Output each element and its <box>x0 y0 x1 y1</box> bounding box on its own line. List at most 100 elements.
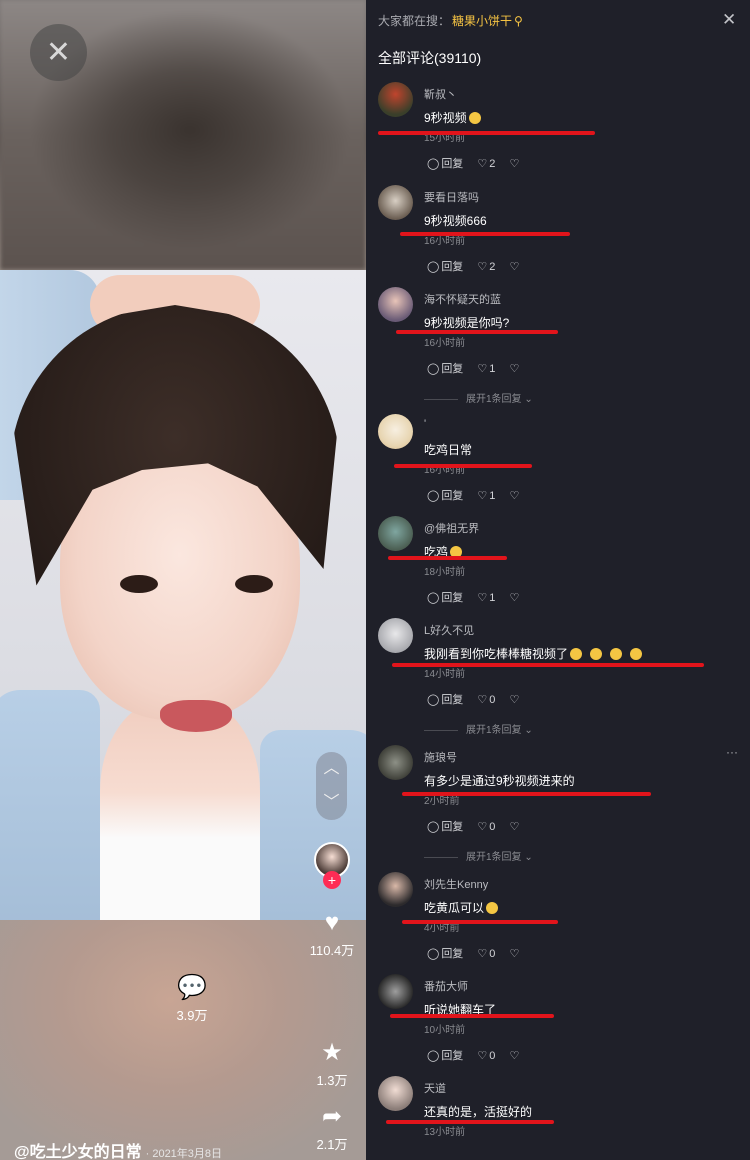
favorite-button[interactable]: ★ 1.3万 <box>300 1040 364 1089</box>
search-icon[interactable]: ⚲ <box>514 14 523 28</box>
follow-button[interactable]: + <box>323 871 341 889</box>
like-comment-button[interactable]: ♡ 0 <box>477 947 495 960</box>
close-icon: ✕ <box>722 10 737 29</box>
reply-button[interactable]: ◯ 回复 <box>427 589 463 605</box>
reply-icon: ◯ <box>427 158 440 170</box>
annotation-underline <box>402 792 651 796</box>
reply-button[interactable]: ◯ 回复 <box>427 1047 463 1063</box>
avatar[interactable] <box>378 82 413 117</box>
close-comments-button[interactable]: ✕ <box>722 10 736 30</box>
divider <box>424 856 458 858</box>
avatar[interactable] <box>378 974 413 1009</box>
video-figure-eye <box>235 575 273 593</box>
video-frame[interactable] <box>0 270 366 920</box>
avatar[interactable] <box>378 516 413 551</box>
dislike-comment-button[interactable]: ♡ <box>509 489 521 502</box>
search-keyword[interactable]: 糖果小饼干 <box>452 14 512 28</box>
reply-icon: ◯ <box>427 821 440 833</box>
dislike-comment-button[interactable]: ♡ <box>509 157 521 170</box>
avatar[interactable] <box>378 618 413 653</box>
comment-text: 9秒视频666 <box>424 214 487 228</box>
comment-username[interactable]: ' <box>424 418 426 430</box>
chevron-down-icon: ⌄ <box>524 394 533 405</box>
like-comment-button[interactable]: ♡ 2 <box>477 157 495 170</box>
chevron-down-icon[interactable]: ﹀ <box>316 786 347 820</box>
video-figure-jacket <box>260 730 366 920</box>
close-video-button[interactable]: ✕ <box>30 24 87 81</box>
grinning-emoji-icon <box>610 648 623 660</box>
expand-replies-button[interactable]: 展开1条回复 ⌄ <box>424 721 533 736</box>
annotation-underline <box>396 330 558 334</box>
like-comment-button[interactable]: ♡ 1 <box>477 489 495 502</box>
share-button[interactable]: ➦ 2.1万 <box>300 1104 364 1153</box>
expand-replies-button[interactable]: 展开1条回复 ⌄ <box>424 390 533 405</box>
author-handle[interactable]: @吃土少女的日常 <box>14 1144 142 1160</box>
comment-username[interactable]: 施琅号 <box>424 749 457 765</box>
like-count: 110.4万 <box>309 943 355 958</box>
star-icon: ★ <box>321 1039 343 1066</box>
reply-icon: ◯ <box>427 592 440 604</box>
video-figure-jacket <box>0 690 100 920</box>
comment-username[interactable]: 要看日落吗 <box>424 189 479 205</box>
heart-outline-icon: ♡ <box>477 158 488 170</box>
expand-replies-button[interactable]: 展开1条回复 ⌄ <box>424 848 533 863</box>
like-comment-button[interactable]: ♡ 2 <box>477 260 495 273</box>
reply-button[interactable]: ◯ 回复 <box>427 945 463 961</box>
comment-actions: ◯ 回复 ♡ 1 ♡ <box>427 487 532 503</box>
avatar[interactable] <box>378 414 413 449</box>
dislike-comment-button[interactable]: ♡ <box>509 1049 521 1062</box>
avatar[interactable] <box>378 185 413 220</box>
dislike-comment-button[interactable]: ♡ <box>509 362 521 375</box>
comment-username[interactable]: 天道 <box>424 1080 446 1096</box>
author-info: @吃土少女的日常 · 2021年3月8日 <box>14 1138 222 1160</box>
reply-button[interactable]: ◯ 回复 <box>427 818 463 834</box>
reply-button[interactable]: ◯ 回复 <box>427 155 463 171</box>
comment-username[interactable]: 海不怀疑天的蓝 <box>424 291 501 307</box>
comment-button[interactable]: 💬 3.9万 <box>0 975 366 1024</box>
avatar[interactable] <box>378 1076 413 1111</box>
dislike-comment-button[interactable]: ♡ <box>509 820 521 833</box>
grinning-emoji-icon <box>590 648 603 660</box>
like-comment-button[interactable]: ♡ 0 <box>477 693 495 706</box>
annotation-underline <box>400 232 570 236</box>
reply-icon: ◯ <box>427 1050 440 1062</box>
dislike-comment-button[interactable]: ♡ <box>509 947 521 960</box>
dislike-comment-button[interactable]: ♡ <box>509 591 521 604</box>
reply-button[interactable]: ◯ 回复 <box>427 360 463 376</box>
comment-username[interactable]: 刘先生Kenny <box>424 876 488 892</box>
like-comment-button[interactable]: ♡ 0 <box>477 1049 495 1062</box>
like-comment-button[interactable]: ♡ 1 <box>477 362 495 375</box>
avatar[interactable] <box>378 287 413 322</box>
comment-count: 3.9万 <box>176 1008 208 1023</box>
video-panel[interactable]: ✕ ︿ ﹀ + ♥ 110.4万 💬 3.9万 ★ 1.3万 ➦ 2.1万 @吃… <box>0 0 366 1160</box>
annotation-underline <box>392 663 704 667</box>
broken-heart-icon: ♡ <box>509 363 520 375</box>
like-comment-button[interactable]: ♡ 1 <box>477 591 495 604</box>
video-navigation[interactable]: ︿ ﹀ <box>316 752 347 820</box>
avatar[interactable] <box>378 745 413 780</box>
more-options-icon[interactable]: ··· <box>726 745 738 759</box>
reply-button[interactable]: ◯ 回复 <box>427 487 463 503</box>
comment-username[interactable]: 靳叔丶 <box>424 86 457 102</box>
broken-heart-icon: ♡ <box>509 948 520 960</box>
comment-actions: ◯ 回复 ♡ 0 ♡ <box>427 945 532 961</box>
dislike-comment-button[interactable]: ♡ <box>509 693 521 706</box>
trending-search[interactable]: 大家都在搜： 糖果小饼干 ⚲ <box>378 12 523 29</box>
divider <box>424 729 458 731</box>
video-figure-eye <box>120 575 158 593</box>
reply-button[interactable]: ◯ 回复 <box>427 258 463 274</box>
comment-username[interactable]: L好久不见 <box>424 622 474 638</box>
avatar[interactable] <box>378 872 413 907</box>
search-prefix: 大家都在搜： <box>378 14 451 28</box>
chevron-up-icon[interactable]: ︿ <box>316 752 347 786</box>
annotation-underline <box>394 464 532 468</box>
comment-username[interactable]: 番茄大师 <box>424 978 468 994</box>
reply-button[interactable]: ◯ 回复 <box>427 691 463 707</box>
laughing-emoji-icon <box>486 902 499 914</box>
comment-panel: 大家都在搜： 糖果小饼干 ⚲ ✕ 全部评论(39110) 靳叔丶 9秒视频 15小时… <box>366 0 750 1160</box>
reply-icon: ◯ <box>427 363 440 375</box>
dislike-comment-button[interactable]: ♡ <box>509 260 521 273</box>
like-button[interactable]: ♥ 110.4万 <box>300 910 364 959</box>
like-comment-button[interactable]: ♡ 0 <box>477 820 495 833</box>
comment-username[interactable]: @佛祖无界 <box>424 520 479 536</box>
